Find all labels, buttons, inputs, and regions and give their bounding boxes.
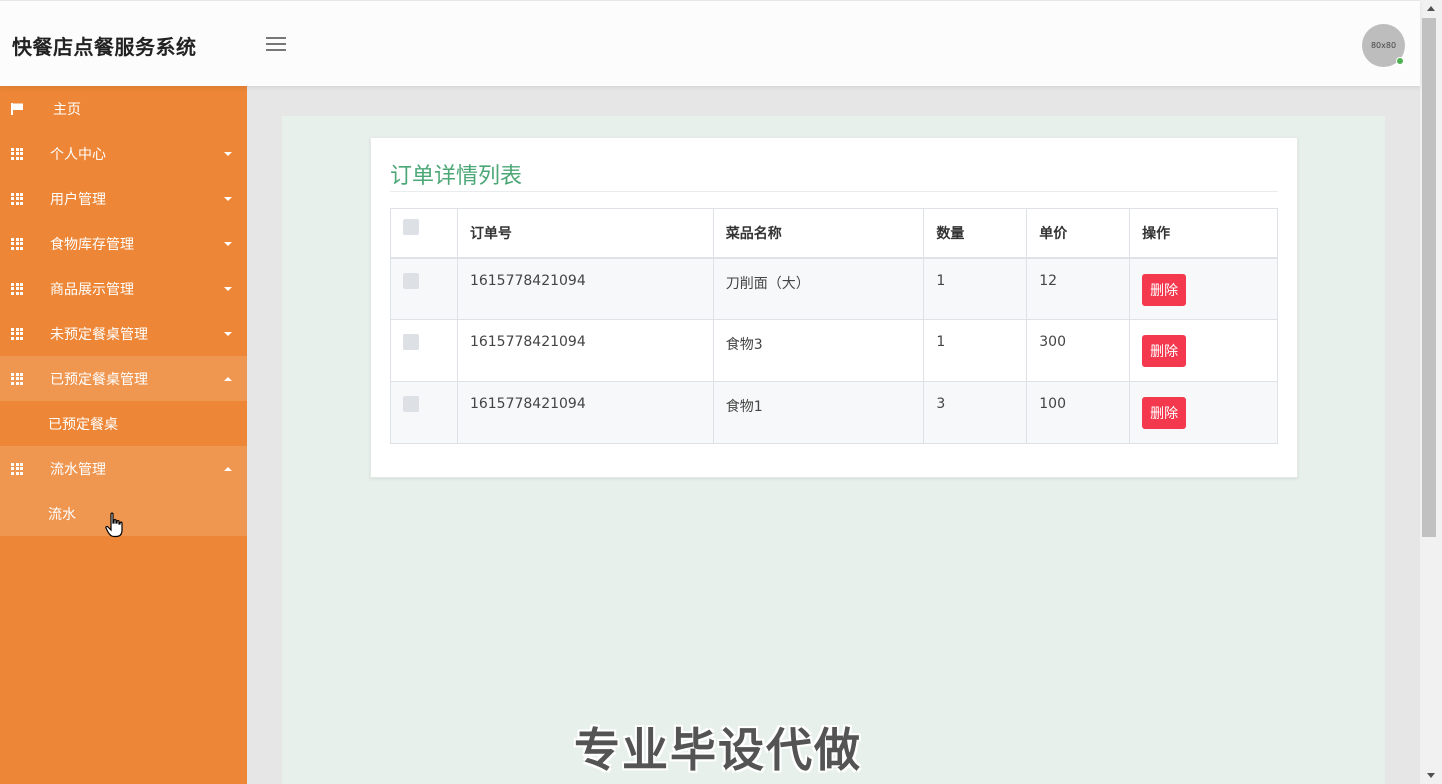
header-actions: 操作: [1129, 208, 1278, 259]
sidebar-item-label: 用户管理: [50, 191, 106, 208]
watermark-text: 专业毕设代做: [574, 723, 862, 777]
sidebar-item-personal-center[interactable]: 个人中心: [0, 131, 247, 176]
grid-icon: [11, 147, 24, 160]
order-detail-table: 订单号 菜品名称 数量 单价 操作 1615778421094 刀削面（大） 1…: [390, 208, 1278, 444]
table-row: 1615778421094 食物1 3 100 删除: [390, 381, 1278, 444]
row-checkbox[interactable]: [403, 396, 419, 412]
sidebar-item-product-display[interactable]: 商品展示管理: [0, 266, 247, 311]
table-row: 1615778421094 刀削面（大） 1 12 删除: [390, 257, 1278, 320]
header-quantity: 数量: [923, 208, 1028, 259]
grid-icon: [11, 327, 24, 340]
header-dish-name: 菜品名称: [712, 208, 925, 259]
sidebar-item-user-management[interactable]: 用户管理: [0, 176, 247, 221]
row-select-cell: [390, 381, 458, 444]
scroll-down-arrow-icon[interactable]: [1427, 773, 1435, 778]
sidebar-item-unreserved-tables[interactable]: 未预定餐桌管理: [0, 311, 247, 356]
scroll-up-arrow-icon[interactable]: [1427, 6, 1435, 11]
table-row: 1615778421094 食物3 1 300 删除: [390, 319, 1278, 382]
actions-cell: 删除: [1129, 257, 1278, 320]
sidebar-item-label: 流水管理: [50, 461, 106, 478]
table-header-row: 订单号 菜品名称 数量 单价 操作: [390, 208, 1278, 259]
header-select-all: [390, 208, 458, 259]
sidebar-item-label: 食物库存管理: [50, 236, 134, 253]
chevron-down-icon: [224, 331, 232, 336]
sidebar-item-label: 商品展示管理: [50, 281, 134, 298]
vertical-scrollbar[interactable]: [1420, 0, 1442, 784]
actions-cell: 删除: [1129, 319, 1278, 382]
unit-price-cell: 100: [1026, 381, 1131, 444]
quantity-cell: 1: [923, 257, 1028, 320]
chevron-up-icon: [224, 466, 232, 471]
chevron-up-icon: [224, 376, 232, 381]
flag-icon: [11, 102, 23, 115]
sidebar-item-label: 未预定餐桌管理: [50, 326, 148, 343]
header-unit-price: 单价: [1026, 208, 1131, 259]
order-detail-card: 订单详情列表 订单号 菜品名称 数量 单价 操作 1615778421094 刀…: [370, 137, 1298, 478]
online-status-dot: [1396, 57, 1404, 65]
order-no-cell: 1615778421094: [456, 381, 714, 444]
hamburger-menu-icon[interactable]: [266, 37, 286, 53]
app-title: 快餐店点餐服务系统: [12, 35, 197, 59]
grid-icon: [11, 237, 24, 250]
top-header: 快餐店点餐服务系统 80x80: [0, 0, 1420, 86]
row-checkbox[interactable]: [403, 272, 419, 289]
page-title: 订单详情列表: [390, 164, 523, 189]
grid-icon: [11, 282, 24, 295]
chevron-down-icon: [224, 286, 232, 291]
dish-name-cell: 食物1: [712, 381, 925, 444]
order-no-cell: 1615778421094: [456, 319, 714, 382]
grid-icon: [11, 192, 24, 205]
row-select-cell: [390, 257, 458, 320]
sidebar-item-label: 个人中心: [50, 146, 106, 163]
sidebar-subitem-reserved-table[interactable]: 已预定餐桌: [0, 401, 247, 446]
hand-pointer-cursor-icon: [105, 512, 123, 538]
delete-button[interactable]: 删除: [1142, 273, 1187, 306]
sidebar-item-reserved-tables[interactable]: 已预定餐桌管理: [0, 356, 247, 401]
unit-price-cell: 12: [1026, 257, 1131, 320]
dish-name-cell: 食物3: [712, 319, 925, 382]
grid-icon: [11, 372, 24, 385]
delete-button[interactable]: 删除: [1142, 397, 1187, 429]
scrollbar-thumb[interactable]: [1422, 18, 1436, 537]
row-checkbox[interactable]: [403, 334, 419, 350]
sidebar: 主页 个人中心 用户管理 食物库存管理 商品展示管理 未预定餐桌管理 已预定餐桌…: [0, 86, 247, 784]
avatar-placeholder-text: 80x80: [1370, 41, 1397, 50]
unit-price-cell: 300: [1026, 319, 1131, 382]
actions-cell: 删除: [1129, 381, 1278, 444]
sidebar-item-label: 已预定餐桌管理: [50, 371, 148, 388]
row-select-cell: [390, 319, 458, 382]
select-all-checkbox[interactable]: [403, 219, 419, 236]
sidebar-item-label: 主页: [53, 101, 81, 118]
sidebar-item-transactions[interactable]: 流水管理: [0, 446, 247, 491]
quantity-cell: 1: [923, 319, 1028, 382]
chevron-down-icon: [224, 151, 232, 156]
sidebar-item-food-inventory[interactable]: 食物库存管理: [0, 221, 247, 266]
chevron-down-icon: [224, 196, 232, 201]
chevron-down-icon: [224, 241, 232, 246]
order-no-cell: 1615778421094: [456, 257, 714, 320]
grid-icon: [11, 462, 24, 475]
avatar[interactable]: 80x80: [1362, 24, 1405, 67]
delete-button[interactable]: 删除: [1142, 335, 1187, 367]
title-divider: [390, 191, 1278, 192]
header-order-no: 订单号: [456, 208, 714, 259]
quantity-cell: 3: [923, 381, 1028, 444]
dish-name-cell: 刀削面（大）: [712, 257, 925, 320]
sidebar-item-home[interactable]: 主页: [0, 86, 247, 131]
